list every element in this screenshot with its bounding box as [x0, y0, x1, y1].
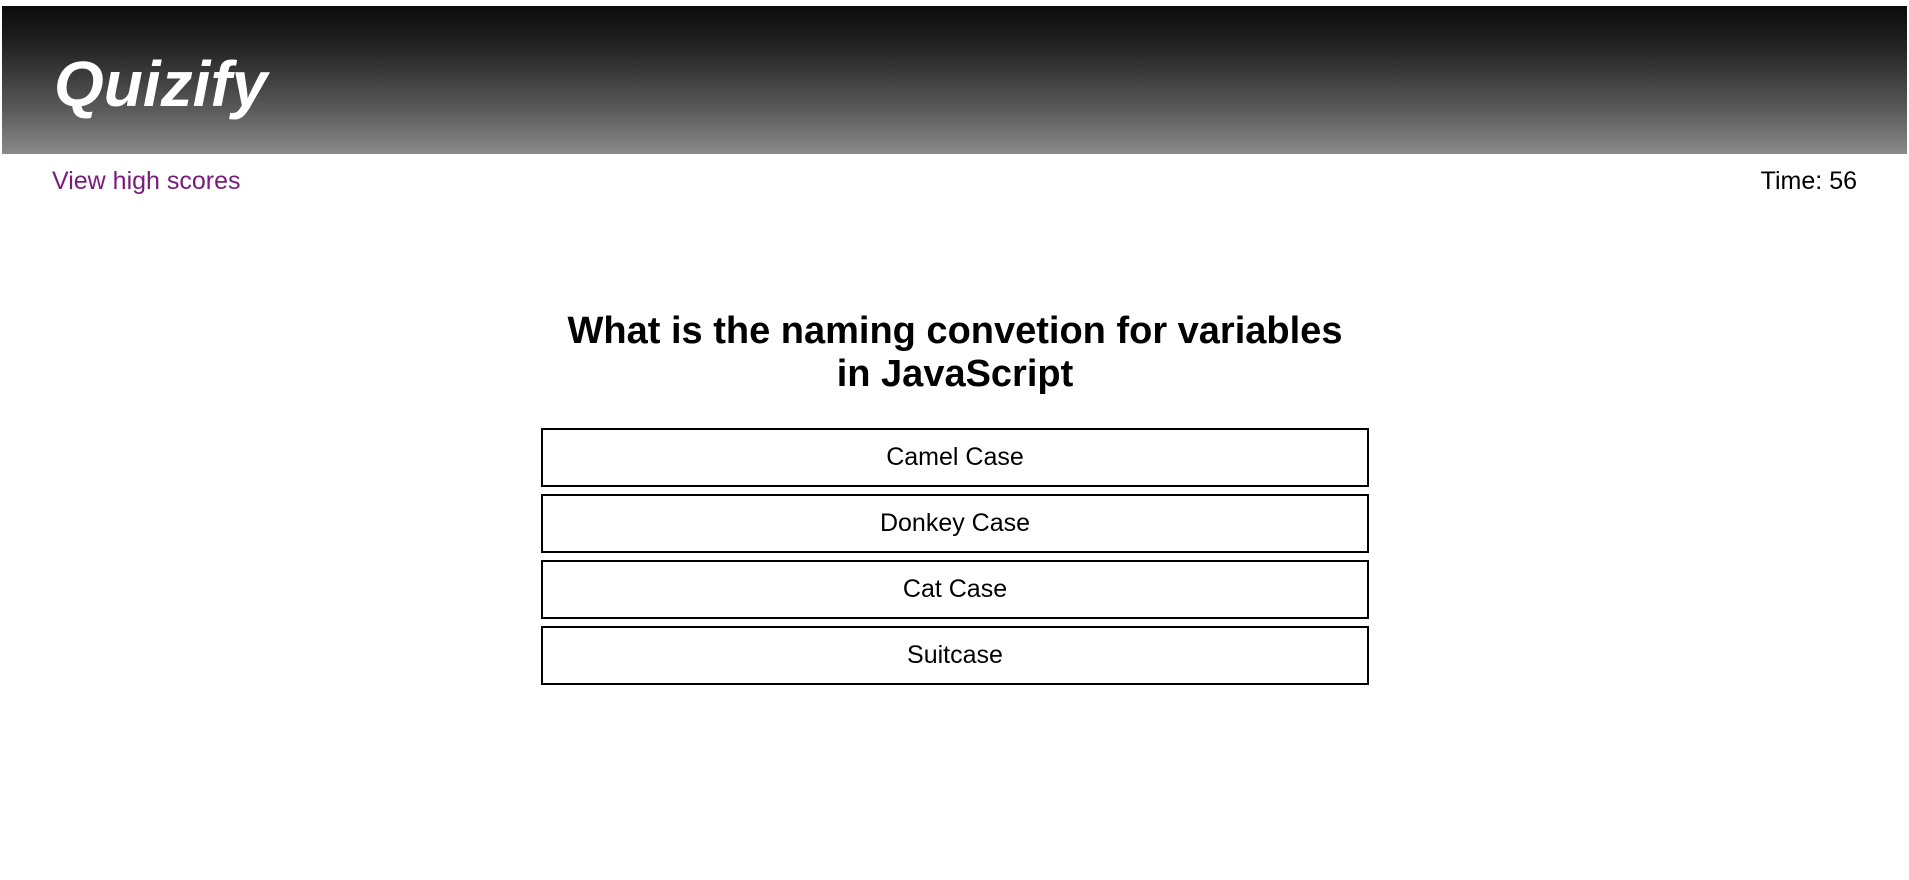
timer-value: 56: [1829, 167, 1857, 195]
timer: Time: 56: [1761, 166, 1857, 196]
timer-label: Time:: [1760, 167, 1823, 195]
answer-button-suitcase[interactable]: Suitcase: [541, 626, 1369, 685]
app-logo-title: Quizify: [54, 48, 268, 120]
answer-button-camel-case[interactable]: Camel Case: [541, 428, 1369, 487]
answer-list: Camel Case Donkey Case Cat Case Suitcase: [541, 428, 1369, 685]
view-high-scores-link[interactable]: View high scores: [52, 166, 241, 196]
answer-button-donkey-case[interactable]: Donkey Case: [541, 494, 1369, 553]
question-card: What is the naming convetion for variabl…: [541, 310, 1369, 692]
question-text: What is the naming convetion for variabl…: [567, 310, 1343, 395]
info-bar: View high scores Time: 56: [0, 154, 1909, 210]
answer-button-cat-case[interactable]: Cat Case: [541, 560, 1369, 619]
app-header: Quizify: [2, 6, 1907, 154]
quiz-page: Quizify View high scores Time: 56 What i…: [0, 0, 1909, 880]
